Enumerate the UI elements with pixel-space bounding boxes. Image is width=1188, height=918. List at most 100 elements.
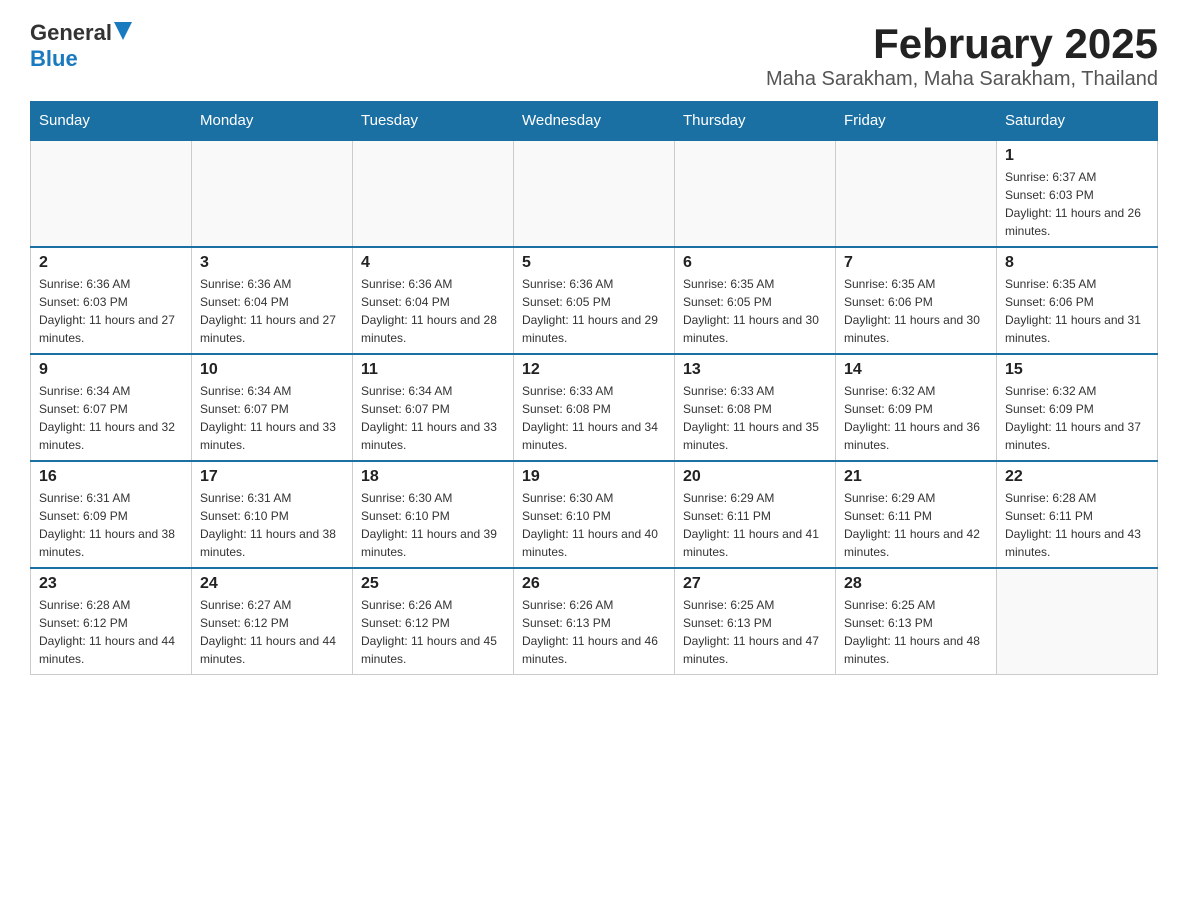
calendar-cell: 18Sunrise: 6:30 AM Sunset: 6:10 PM Dayli… <box>353 461 514 568</box>
calendar-table: SundayMondayTuesdayWednesdayThursdayFrid… <box>30 101 1158 675</box>
calendar-cell: 17 Sunrise: 6:31 AM Sunset: 6:10 PM Dayli… <box>192 461 353 568</box>
day-info: Sunrise: 6:36 AM Sunset: 6:03 PM Dayligh… <box>39 275 183 347</box>
day-number: 7 <box>844 254 988 272</box>
day-info: Sunrise: 6:36 AM Sunset: 6:04 PM Dayligh… <box>361 275 505 347</box>
calendar-cell <box>514 140 675 247</box>
day-info: Sunrise: 6:32 AM Sunset: 6:09 PM Dayligh… <box>1005 382 1149 454</box>
day-info: Sunrise: 6:25 AM Sunset: 6:13 PM Dayligh… <box>844 596 988 668</box>
calendar-cell: 12 Sunrise: 6:33 AM Sunset: 6:08 PM Dayli… <box>514 354 675 461</box>
calendar-header-saturday: Saturday <box>997 102 1158 141</box>
calendar-cell: 14 Sunrise: 6:32 AM Sunset: 6:09 PM Dayli… <box>836 354 997 461</box>
calendar-cell: 9 Sunrise: 6:34 AM Sunset: 6:07 PM Daylig… <box>31 354 192 461</box>
calendar-cell: 1 Sunrise: 6:37 AM Sunset: 6:03 PM Daylig… <box>997 140 1158 247</box>
calendar-cell: 19 Sunrise: 6:30 AM Sunset: 6:10 PM Dayli… <box>514 461 675 568</box>
day-info: Sunrise: 6:34 AM Sunset: 6:07 PM Dayligh… <box>39 382 183 454</box>
page-header: General Blue February 2025 Maha Sarakham… <box>30 20 1158 91</box>
day-number: 4 <box>361 254 505 272</box>
day-number: 5 <box>522 254 666 272</box>
day-number: 1 <box>1005 147 1149 165</box>
day-number: 19 <box>522 468 666 486</box>
calendar-week-row: 2 Sunrise: 6:36 AM Sunset: 6:03 PM Daylig… <box>31 247 1158 354</box>
day-number: 13 <box>683 361 827 379</box>
calendar-cell: 27 Sunrise: 6:25 AM Sunset: 6:13 PM Dayli… <box>675 568 836 675</box>
calendar-header-tuesday: Tuesday <box>353 102 514 141</box>
day-number: 18 <box>361 468 505 486</box>
calendar-cell: 3 Sunrise: 6:36 AM Sunset: 6:04 PM Daylig… <box>192 247 353 354</box>
day-number: 17 <box>200 468 344 486</box>
day-info: Sunrise: 6:34 AM Sunset: 6:07 PM Dayligh… <box>200 382 344 454</box>
calendar-cell <box>31 140 192 247</box>
calendar-cell: 20 Sunrise: 6:29 AM Sunset: 6:11 PM Dayli… <box>675 461 836 568</box>
day-info: Sunrise: 6:33 AM Sunset: 6:08 PM Dayligh… <box>683 382 827 454</box>
day-info: Sunrise: 6:29 AM Sunset: 6:11 PM Dayligh… <box>844 489 988 561</box>
calendar-cell <box>836 140 997 247</box>
calendar-cell: 22 Sunrise: 6:28 AM Sunset: 6:11 PM Dayli… <box>997 461 1158 568</box>
calendar-cell: 26Sunrise: 6:26 AM Sunset: 6:13 PM Dayli… <box>514 568 675 675</box>
calendar-week-row: 9 Sunrise: 6:34 AM Sunset: 6:07 PM Daylig… <box>31 354 1158 461</box>
calendar-cell: 8Sunrise: 6:35 AM Sunset: 6:06 PM Daylig… <box>997 247 1158 354</box>
calendar-cell: 10 Sunrise: 6:34 AM Sunset: 6:07 PM Dayli… <box>192 354 353 461</box>
calendar-header-friday: Friday <box>836 102 997 141</box>
day-info: Sunrise: 6:36 AM Sunset: 6:05 PM Dayligh… <box>522 275 666 347</box>
calendar-week-row: 16 Sunrise: 6:31 AM Sunset: 6:09 PM Dayli… <box>31 461 1158 568</box>
calendar-cell: 7 Sunrise: 6:35 AM Sunset: 6:06 PM Daylig… <box>836 247 997 354</box>
main-title: February 2025 <box>766 20 1158 68</box>
day-number: 12 <box>522 361 666 379</box>
day-info: Sunrise: 6:25 AM Sunset: 6:13 PM Dayligh… <box>683 596 827 668</box>
day-number: 27 <box>683 575 827 593</box>
day-info: Sunrise: 6:35 AM Sunset: 6:06 PM Dayligh… <box>844 275 988 347</box>
calendar-cell <box>353 140 514 247</box>
calendar-week-row: 23 Sunrise: 6:28 AM Sunset: 6:12 PM Dayli… <box>31 568 1158 675</box>
calendar-cell: 6 Sunrise: 6:35 AM Sunset: 6:05 PM Daylig… <box>675 247 836 354</box>
subtitle: Maha Sarakham, Maha Sarakham, Thailand <box>766 68 1158 91</box>
calendar-cell <box>997 568 1158 675</box>
day-number: 10 <box>200 361 344 379</box>
day-info: Sunrise: 6:34 AM Sunset: 6:07 PM Dayligh… <box>361 382 505 454</box>
day-info: Sunrise: 6:29 AM Sunset: 6:11 PM Dayligh… <box>683 489 827 561</box>
logo-triangle-icon <box>114 22 132 40</box>
day-number: 16 <box>39 468 183 486</box>
day-info: Sunrise: 6:31 AM Sunset: 6:10 PM Dayligh… <box>200 489 344 561</box>
calendar-cell: 4 Sunrise: 6:36 AM Sunset: 6:04 PM Daylig… <box>353 247 514 354</box>
calendar-cell: 5 Sunrise: 6:36 AM Sunset: 6:05 PM Daylig… <box>514 247 675 354</box>
calendar-cell: 23 Sunrise: 6:28 AM Sunset: 6:12 PM Dayli… <box>31 568 192 675</box>
day-number: 21 <box>844 468 988 486</box>
day-info: Sunrise: 6:32 AM Sunset: 6:09 PM Dayligh… <box>844 382 988 454</box>
calendar-cell: 15Sunrise: 6:32 AM Sunset: 6:09 PM Dayli… <box>997 354 1158 461</box>
title-section: February 2025 Maha Sarakham, Maha Sarakh… <box>766 20 1158 91</box>
calendar-cell: 16 Sunrise: 6:31 AM Sunset: 6:09 PM Dayli… <box>31 461 192 568</box>
day-number: 3 <box>200 254 344 272</box>
day-info: Sunrise: 6:28 AM Sunset: 6:11 PM Dayligh… <box>1005 489 1149 561</box>
day-number: 20 <box>683 468 827 486</box>
calendar-week-row: 1 Sunrise: 6:37 AM Sunset: 6:03 PM Daylig… <box>31 140 1158 247</box>
day-info: Sunrise: 6:35 AM Sunset: 6:06 PM Dayligh… <box>1005 275 1149 347</box>
day-info: Sunrise: 6:30 AM Sunset: 6:10 PM Dayligh… <box>522 489 666 561</box>
day-number: 22 <box>1005 468 1149 486</box>
day-number: 24 <box>200 575 344 593</box>
day-number: 6 <box>683 254 827 272</box>
day-info: Sunrise: 6:33 AM Sunset: 6:08 PM Dayligh… <box>522 382 666 454</box>
day-number: 14 <box>844 361 988 379</box>
logo-blue: Blue <box>30 46 78 71</box>
day-number: 28 <box>844 575 988 593</box>
day-number: 9 <box>39 361 183 379</box>
calendar-cell: 28 Sunrise: 6:25 AM Sunset: 6:13 PM Dayli… <box>836 568 997 675</box>
calendar-header-wednesday: Wednesday <box>514 102 675 141</box>
day-info: Sunrise: 6:28 AM Sunset: 6:12 PM Dayligh… <box>39 596 183 668</box>
day-number: 11 <box>361 361 505 379</box>
day-number: 25 <box>361 575 505 593</box>
day-info: Sunrise: 6:37 AM Sunset: 6:03 PM Dayligh… <box>1005 168 1149 240</box>
day-info: Sunrise: 6:36 AM Sunset: 6:04 PM Dayligh… <box>200 275 344 347</box>
calendar-cell <box>675 140 836 247</box>
calendar-header-thursday: Thursday <box>675 102 836 141</box>
calendar-header-row: SundayMondayTuesdayWednesdayThursdayFrid… <box>31 102 1158 141</box>
logo: General Blue <box>30 20 132 72</box>
day-number: 23 <box>39 575 183 593</box>
day-info: Sunrise: 6:31 AM Sunset: 6:09 PM Dayligh… <box>39 489 183 561</box>
day-number: 2 <box>39 254 183 272</box>
logo-general: General <box>30 20 112 46</box>
day-info: Sunrise: 6:35 AM Sunset: 6:05 PM Dayligh… <box>683 275 827 347</box>
calendar-cell: 11 Sunrise: 6:34 AM Sunset: 6:07 PM Dayli… <box>353 354 514 461</box>
calendar-header-sunday: Sunday <box>31 102 192 141</box>
calendar-cell: 25Sunrise: 6:26 AM Sunset: 6:12 PM Dayli… <box>353 568 514 675</box>
